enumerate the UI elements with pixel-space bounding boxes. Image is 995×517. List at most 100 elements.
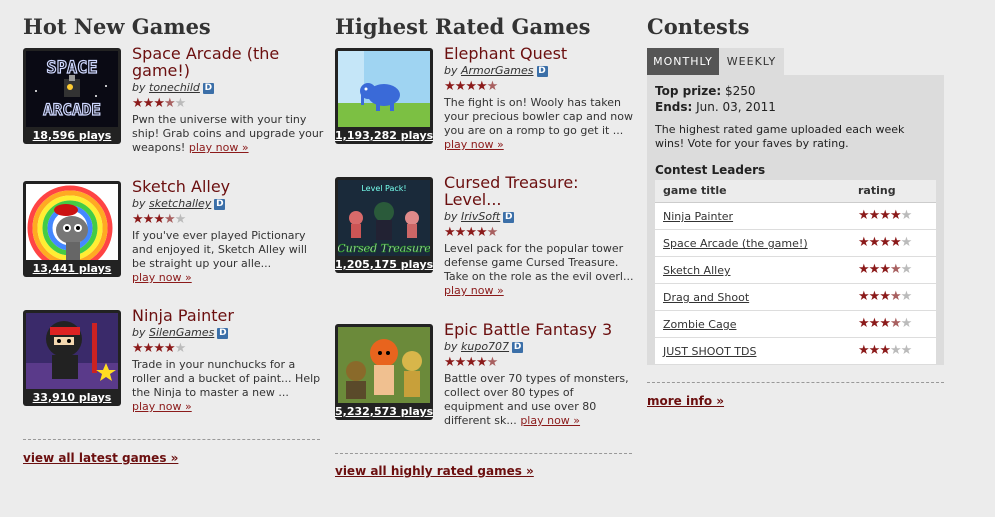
- table-row: JUST SHOOT TDS ★★★★★: [655, 338, 936, 364]
- leader-game-link[interactable]: Sketch Alley: [663, 264, 730, 277]
- play-now-link[interactable]: play now »: [132, 400, 192, 413]
- developer-badge-icon[interactable]: D: [202, 82, 214, 94]
- play-now-link[interactable]: play now »: [444, 138, 504, 151]
- star-icon: ★: [858, 343, 870, 358]
- star-icon: ★: [900, 262, 913, 277]
- game-thumbnail[interactable]: Level Pack! Cursed Treasure 1,205,175 pl…: [335, 177, 433, 273]
- highest-rated-heading: Highest Rated Games: [335, 14, 591, 39]
- table-row: Drag and Shoot ★★★★★: [655, 284, 936, 311]
- leader-game-link[interactable]: Zombie Cage: [663, 318, 736, 331]
- star-icon: ★: [444, 355, 456, 370]
- game-thumbnail[interactable]: 1,193,282 plays: [335, 48, 433, 144]
- developer-badge-icon[interactable]: D: [503, 211, 515, 223]
- table-row: Ninja Painter ★★★★★: [655, 203, 936, 230]
- star-icon: ★: [153, 212, 165, 227]
- developer-badge-icon[interactable]: D: [512, 341, 524, 353]
- game-thumbnail[interactable]: 5,232,573 plays: [335, 324, 433, 420]
- star-icon: ★: [868, 343, 881, 358]
- developer-badge-icon[interactable]: D: [217, 327, 229, 339]
- game-description: Trade in your nunchucks for a roller and…: [132, 358, 321, 399]
- star-icon: ★: [153, 341, 165, 356]
- leader-game-link[interactable]: Space Arcade (the game!): [663, 237, 808, 250]
- play-count[interactable]: 1,193,282 plays: [335, 129, 433, 142]
- game-description: If you've ever played Pictionary and enj…: [132, 229, 307, 270]
- play-count[interactable]: 18,596 plays: [23, 129, 121, 142]
- svg-text:Level Pack!: Level Pack!: [361, 184, 406, 193]
- section-divider: [335, 453, 632, 454]
- play-count[interactable]: 13,441 plays: [23, 262, 121, 275]
- star-rating: ★★★★★: [858, 235, 912, 250]
- view-all-latest-link[interactable]: view all latest games »: [23, 451, 178, 465]
- contests-heading: Contests: [647, 14, 750, 39]
- space-arcade-art: SPACE ARCADE: [26, 51, 118, 127]
- leader-game-link[interactable]: Drag and Shoot: [663, 291, 749, 304]
- contests-section: Contests MONTHLY WEEKLY Top prize: $250 …: [647, 0, 947, 517]
- star-icon: ★: [486, 355, 499, 370]
- author-link[interactable]: sketchalley: [149, 197, 211, 210]
- author-link[interactable]: tonechild: [149, 81, 200, 94]
- section-divider: [647, 382, 944, 383]
- highest-rated-section: Highest Rated Games 1,193,282 plays Elep…: [335, 0, 635, 517]
- star-icon: ★: [889, 289, 902, 304]
- contest-description: The highest rated game uploaded each wee…: [655, 123, 905, 150]
- play-count[interactable]: 33,910 plays: [23, 391, 121, 404]
- play-count[interactable]: 5,232,573 plays: [335, 405, 433, 418]
- game-title-link[interactable]: Elephant Quest: [444, 45, 636, 62]
- game-title-link[interactable]: Epic Battle Fantasy 3: [444, 321, 636, 338]
- star-icon: ★: [879, 316, 891, 331]
- game-title-link[interactable]: Ninja Painter: [132, 307, 324, 324]
- star-icon: ★: [142, 341, 155, 356]
- star-icon: ★: [454, 355, 467, 370]
- column-game-title: game title: [663, 184, 727, 197]
- top-prize-value: $250: [724, 84, 756, 98]
- view-all-highly-rated-link[interactable]: view all highly rated games »: [335, 464, 534, 478]
- author-link[interactable]: SilenGames: [149, 326, 214, 339]
- star-rating: ★★★★★: [444, 225, 636, 240]
- star-icon: ★: [858, 289, 870, 304]
- play-now-link[interactable]: play now »: [189, 141, 249, 154]
- star-icon: ★: [889, 316, 902, 331]
- author-link[interactable]: ArmorGames: [461, 64, 534, 77]
- tab-weekly[interactable]: WEEKLY: [719, 48, 784, 75]
- star-icon: ★: [900, 343, 913, 358]
- author-link[interactable]: IrivSoft: [461, 210, 500, 223]
- play-now-link[interactable]: play now »: [520, 414, 580, 427]
- game-title-link[interactable]: Cursed Treasure: Level...: [444, 174, 636, 208]
- game-title-link[interactable]: Sketch Alley: [132, 178, 324, 195]
- star-icon: ★: [132, 212, 144, 227]
- star-icon: ★: [879, 289, 891, 304]
- game-description: The fight is on! Wooly has taken your pr…: [444, 96, 634, 137]
- game-thumbnail[interactable]: SPACE ARCADE 18,596 plays: [23, 48, 121, 144]
- contest-leaders-title: Contest Leaders: [655, 163, 766, 177]
- play-now-link[interactable]: play now »: [444, 284, 504, 297]
- tab-monthly[interactable]: MONTHLY: [647, 48, 719, 75]
- developer-badge-icon[interactable]: D: [536, 65, 548, 77]
- hot-new-games-heading: Hot New Games: [23, 14, 211, 39]
- more-info-link[interactable]: more info »: [647, 394, 724, 408]
- developer-badge-icon[interactable]: D: [214, 198, 226, 210]
- leader-game-link[interactable]: Ninja Painter: [663, 210, 733, 223]
- star-icon: ★: [142, 96, 155, 111]
- elephant-quest-art: [338, 51, 430, 127]
- star-icon: ★: [465, 79, 477, 94]
- game-thumbnail[interactable]: 33,910 plays: [23, 310, 121, 406]
- star-icon: ★: [486, 79, 499, 94]
- star-icon: ★: [879, 262, 891, 277]
- contest-leaders-table: game title rating Ninja Painter ★★★★★ Spa…: [655, 180, 936, 364]
- top-prize-label: Top prize:: [655, 84, 722, 98]
- star-icon: ★: [475, 79, 488, 94]
- game-description: Level pack for the popular tower defense…: [444, 242, 634, 283]
- sketch-alley-art: [26, 184, 118, 260]
- star-icon: ★: [900, 208, 913, 223]
- star-rating: ★★★★★: [444, 355, 636, 370]
- star-icon: ★: [900, 289, 913, 304]
- play-now-link[interactable]: play now »: [132, 271, 192, 284]
- game-thumbnail[interactable]: 13,441 plays: [23, 181, 121, 277]
- star-rating: ★★★★★: [858, 262, 913, 277]
- play-count[interactable]: 1,205,175 plays: [335, 258, 433, 271]
- star-rating: ★★★★★: [858, 289, 913, 304]
- game-title-link[interactable]: Space Arcade (the game!): [132, 45, 324, 79]
- star-icon: ★: [132, 96, 144, 111]
- leader-game-link[interactable]: JUST SHOOT TDS: [663, 345, 756, 358]
- author-link[interactable]: kupo707: [461, 340, 509, 353]
